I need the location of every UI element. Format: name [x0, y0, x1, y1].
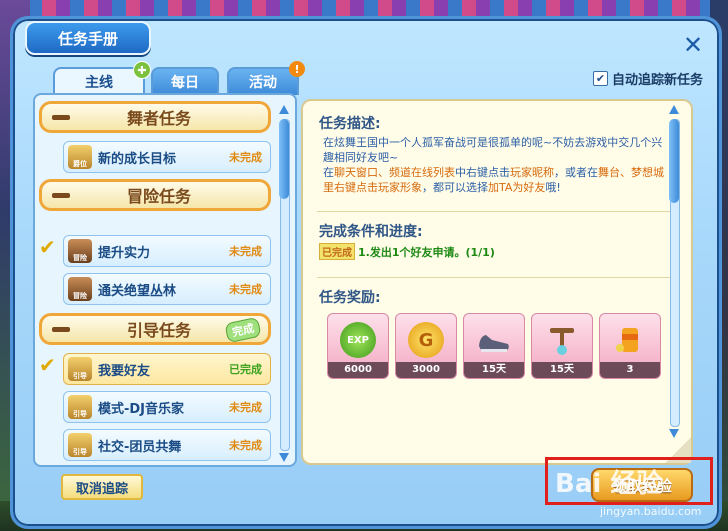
condition-row: 已完成 1.发出1个好友申请。(1/1): [319, 243, 495, 260]
tab-daily[interactable]: 每日: [151, 67, 219, 95]
reward-qty: 15天: [464, 362, 524, 378]
section-dancer[interactable]: 舞者任务: [39, 101, 271, 133]
quest-detail-panel: 任务描述: 在炫舞王国中一个人孤军奋战可是很孤单的呢~不妨去游戏中交几个兴趣相同…: [301, 99, 693, 465]
item-label: 新的成长目标: [98, 151, 177, 167]
divider: [317, 211, 677, 212]
list-item[interactable]: 引导 模式-DJ音乐家 未完成: [63, 391, 271, 423]
tab-daily-label: 每日: [171, 75, 199, 91]
tab-event-label: 活动: [249, 75, 277, 91]
shoes-icon: [479, 335, 509, 352]
item-status: 未完成: [229, 151, 262, 164]
condition-text: 1.发出1个好友申请。(1/1): [358, 245, 495, 259]
reward-slot[interactable]: 15天: [531, 313, 593, 379]
dialog-title: 任务手册: [25, 21, 151, 55]
item-status: 未完成: [229, 439, 262, 452]
conditions-heading: 完成条件和进度:: [319, 224, 423, 240]
item-status: 未完成: [229, 401, 262, 414]
section-guide[interactable]: 引导任务 完成: [39, 313, 271, 345]
reward-slot[interactable]: 15天: [463, 313, 525, 379]
exp-icon: EXP: [340, 322, 376, 358]
divider: [317, 277, 677, 278]
list-item[interactable]: 冒险 提升实力 未完成: [63, 235, 271, 267]
quest-list-panel: 舞者任务 爵位 新的成长目标 未完成 冒险任务 ✔ 冒险 提升实力 未完成 冒险…: [33, 93, 297, 467]
guide-icon: 引导: [68, 357, 92, 381]
list-item[interactable]: 冒险 通关绝望丛林 未完成: [63, 273, 271, 305]
watermark-url: jingyan.baidu.com: [600, 505, 702, 518]
completed-tag: 已完成: [319, 243, 355, 260]
guide-icon: 引导: [68, 395, 92, 419]
adventure-icon: 冒险: [68, 239, 92, 263]
scrollbar-thumb[interactable]: [279, 119, 289, 199]
detail-scrollbar[interactable]: [669, 105, 680, 441]
auto-track-toggle[interactable]: ✔ 自动追踪新任务: [592, 69, 703, 88]
item-status: 未完成: [229, 283, 262, 296]
checkmark-icon: ✔: [39, 235, 56, 259]
reward-slot[interactable]: EXP 6000: [327, 313, 389, 379]
item-label: 模式-DJ音乐家: [98, 401, 185, 417]
description-line: 在炫舞王国中一个人孤军奋战可是很孤单的呢~不妨去游戏中交几个兴趣相同好友吧~: [323, 136, 663, 164]
pendant-icon: [550, 328, 574, 355]
scroll-up-icon[interactable]: [669, 105, 679, 114]
scroll-down-icon[interactable]: [279, 453, 289, 462]
quest-list-scrollbar[interactable]: [279, 105, 290, 463]
reward-slot[interactable]: G 3000: [395, 313, 457, 379]
auto-track-label: 自动追踪新任务: [611, 73, 703, 88]
description-line: 在聊天窗口、频道在线列表中右键点击玩家昵称，或者在舞台、梦想城里右键点击玩家形象…: [323, 166, 664, 194]
item-label: 提升实力: [98, 245, 151, 261]
reward-qty: 3000: [396, 362, 456, 378]
item-label: 社交-团员共舞: [98, 439, 182, 455]
list-item[interactable]: 爵位 新的成长目标 未完成: [63, 141, 271, 173]
reward-qty: 3: [600, 362, 660, 378]
tab-event[interactable]: 活动 !: [227, 61, 305, 95]
alert-icon: !: [289, 61, 305, 77]
drink-icon: [616, 328, 638, 352]
scrollbar-thumb[interactable]: [669, 119, 679, 203]
tab-main[interactable]: 主线 ✚: [53, 61, 151, 95]
item-status: 未完成: [229, 245, 262, 258]
cancel-tracking-button[interactable]: 取消追踪: [61, 474, 143, 500]
scroll-down-icon[interactable]: [669, 429, 679, 438]
section-title: 舞者任务: [126, 109, 191, 128]
reward-qty: 15天: [532, 362, 592, 378]
item-label: 通关绝望丛林: [98, 283, 177, 299]
item-label: 我要好友: [98, 363, 151, 379]
list-item[interactable]: 引导 社交-团员共舞 未完成: [63, 429, 271, 461]
list-item-selected[interactable]: 引导 我要好友 已完成: [63, 353, 271, 385]
guide-icon: 引导: [68, 433, 92, 457]
watermark: Bai 经验: [555, 469, 663, 499]
auto-track-checkbox[interactable]: ✔: [592, 71, 608, 86]
rewards-heading: 任务奖励:: [319, 290, 381, 306]
gift-icon: ✚: [133, 61, 151, 79]
checkmark-icon: ✔: [39, 353, 56, 377]
gold-coin-icon: G: [408, 322, 444, 358]
description-heading: 任务描述:: [319, 116, 381, 132]
rank-icon: 爵位: [68, 145, 92, 169]
close-button[interactable]: ✕: [681, 33, 705, 57]
collapse-icon: [52, 114, 70, 120]
section-adventure[interactable]: 冒险任务: [39, 179, 271, 211]
collapse-icon: [52, 192, 70, 198]
adventure-icon: 冒险: [68, 277, 92, 301]
section-title: 冒险任务: [126, 187, 191, 206]
scroll-up-icon[interactable]: [279, 105, 289, 114]
item-status: 已完成: [229, 363, 262, 376]
tab-main-label: 主线: [85, 75, 113, 91]
quest-handbook-dialog: 任务手册 ✕ 主线 ✚ 每日 活动 ! ✔ 自动追踪新任务 舞者任务 爵位 新的…: [10, 16, 722, 529]
description-text: 在炫舞王国中一个人孤军奋战可是很孤单的呢~不妨去游戏中交几个兴趣相同好友吧~ 在…: [323, 135, 671, 195]
reward-slot[interactable]: 3: [599, 313, 661, 379]
reward-qty: 6000: [328, 362, 388, 378]
collapse-icon: [52, 326, 70, 332]
